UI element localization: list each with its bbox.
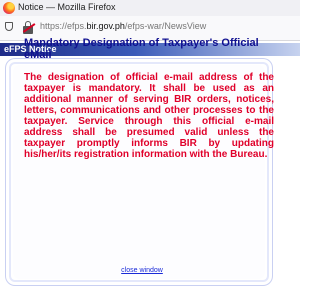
firefox-icon [3,2,15,14]
insecure-lock-icon[interactable] [22,21,36,35]
shield-icon[interactable] [5,22,13,31]
close-window-link[interactable]: close window [0,267,284,274]
notice-body: The designation of official e-mail addre… [24,72,274,160]
url-path: /efps-war/NewsView [124,21,207,31]
url-field[interactable]: https://efps.bir.gov.ph/efps-war/NewsVie… [40,21,206,31]
url-host: bir.gov.ph [86,21,125,31]
window-title: Notice — Mozilla Firefox [18,2,116,12]
url-prefix: https://efps. [40,21,87,31]
window-titlebar: Notice — Mozilla Firefox [0,0,300,16]
notice-heading: Mandatory Designation of Taxpayer's Offi… [24,37,259,61]
